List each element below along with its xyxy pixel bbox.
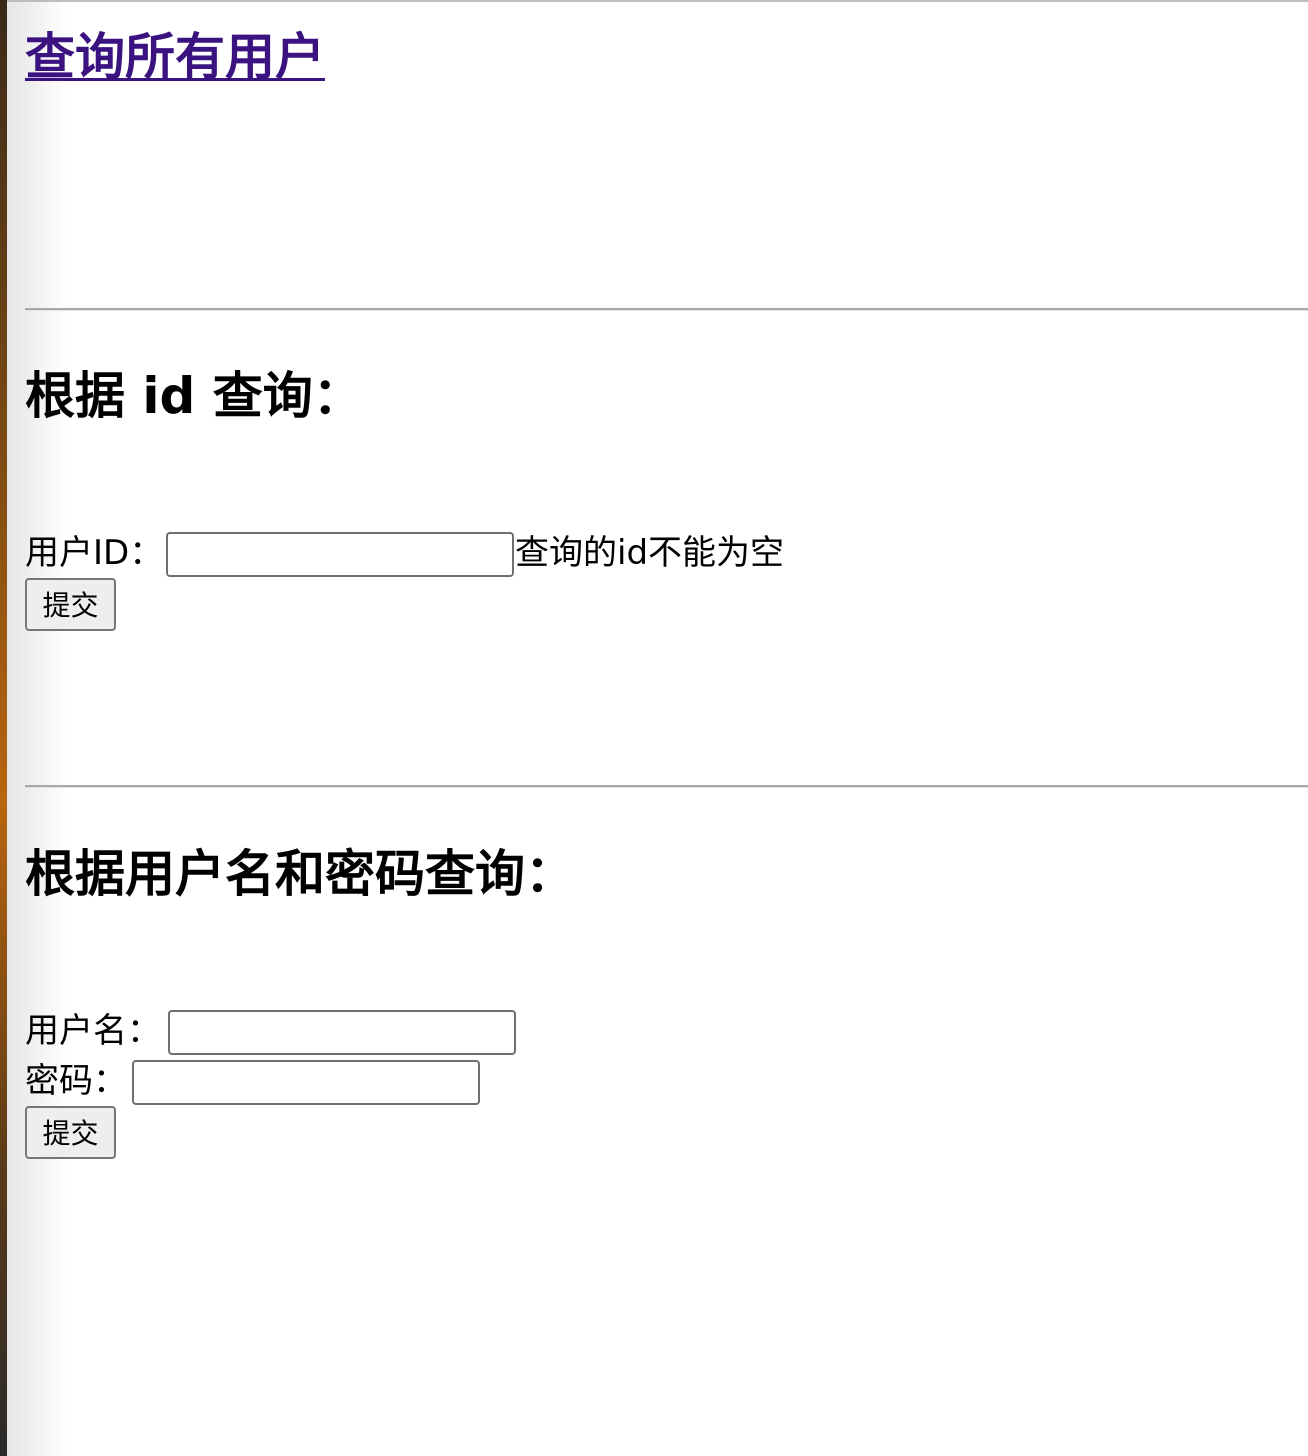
query-by-id-heading: 根据 id 查询： bbox=[25, 367, 363, 425]
query-all-users-link[interactable]: 查询所有用户 bbox=[25, 22, 325, 92]
username-label: 用户名： bbox=[25, 1011, 161, 1051]
divider bbox=[25, 308, 1308, 311]
window-edge bbox=[0, 0, 7, 1456]
window-shadow bbox=[7, 0, 67, 1456]
id-error-message: 查询的id不能为空 bbox=[515, 533, 785, 573]
password-label: 密码： bbox=[25, 1061, 127, 1101]
user-id-input[interactable] bbox=[166, 532, 514, 577]
password-input[interactable] bbox=[132, 1060, 480, 1105]
username-input[interactable] bbox=[168, 1010, 516, 1055]
top-border bbox=[7, 0, 1308, 3]
query-by-credentials-heading: 根据用户名和密码查询： bbox=[25, 845, 575, 903]
user-id-label: 用户ID： bbox=[25, 533, 164, 573]
divider bbox=[25, 785, 1308, 788]
submit-credentials-button[interactable]: 提交 bbox=[25, 1106, 116, 1159]
submit-id-button[interactable]: 提交 bbox=[25, 578, 116, 631]
